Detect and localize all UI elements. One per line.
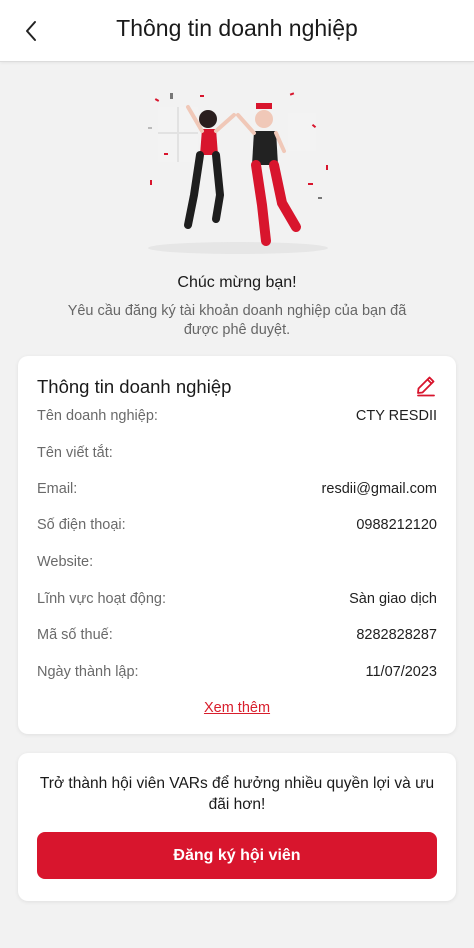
- field-value: 8282828287: [356, 627, 437, 643]
- field-label: Số điện thoại:: [37, 517, 126, 533]
- congrats-title: Chúc mừng bạn!: [177, 274, 297, 291]
- business-info-card: Thông tin doanh nghiệp Tên doanh nghiệp:…: [18, 356, 456, 734]
- field-row-phone: Số điện thoại: 0988212120: [37, 514, 437, 536]
- field-label: Tên viết tắt:: [37, 445, 113, 461]
- field-label: Lĩnh vực hoạt động:: [37, 591, 167, 607]
- register-member-button[interactable]: Đăng ký hội viên: [37, 832, 437, 879]
- field-value: 11/07/2023: [365, 664, 438, 680]
- field-value: CTY RESDII: [355, 408, 437, 424]
- celebration-illustration: [148, 92, 328, 254]
- page-title: Thông tin doanh nghiệp: [116, 15, 358, 41]
- membership-card: Trở thành hội viên VARs để hưởng nhiều q…: [18, 753, 456, 901]
- field-value: 0988212120: [356, 517, 437, 533]
- card-title: Thông tin doanh nghiệp: [37, 376, 232, 397]
- field-label: Ngày thành lập:: [37, 664, 139, 680]
- field-row-founded-date: Ngày thành lập: 11/07/2023: [37, 661, 437, 683]
- app-header: Thông tin doanh nghiệp: [0, 0, 474, 62]
- field-row-short-name: Tên viết tắt:: [37, 442, 437, 464]
- field-row-tax-code: Mã số thuế: 8282828287: [37, 624, 437, 646]
- field-value: Sàn giao dịch: [349, 591, 437, 607]
- see-more-link[interactable]: Xem thêm: [18, 700, 456, 716]
- membership-message: Trở thành hội viên VARs để hưởng nhiều q…: [39, 775, 435, 813]
- field-value: resdii@gmail.com: [321, 481, 437, 497]
- edit-button[interactable]: [414, 373, 438, 397]
- approval-message: Yêu cầu đăng ký tài khoản doanh nghiệp c…: [67, 303, 407, 338]
- field-label: Mã số thuế:: [37, 627, 113, 643]
- field-row-business-field: Lĩnh vực hoạt động: Sàn giao dịch: [37, 588, 437, 610]
- field-row-email: Email: resdii@gmail.com: [37, 478, 437, 500]
- pencil-icon: [417, 376, 435, 397]
- field-label: Email:: [37, 481, 78, 497]
- field-label: Tên doanh nghiệp:: [37, 408, 158, 424]
- field-row-company-name: Tên doanh nghiệp: CTY RESDII: [37, 405, 437, 427]
- field-row-website: Website:: [37, 551, 437, 573]
- field-label: Website:: [37, 554, 94, 570]
